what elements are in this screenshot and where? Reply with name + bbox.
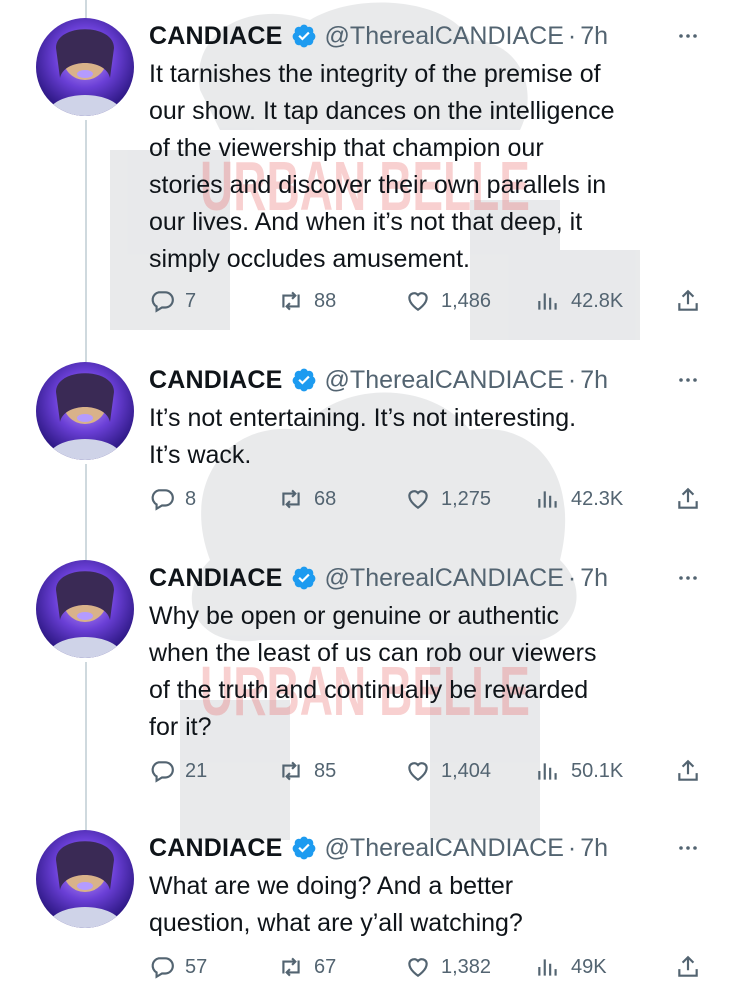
action-bar: 21 85 1,404 50.1K	[0, 758, 739, 790]
reply-count: 7	[185, 289, 197, 312]
like-button[interactable]: 1,275	[405, 486, 491, 512]
avatar[interactable]	[36, 18, 134, 116]
retweet-icon	[282, 291, 300, 311]
heart-icon	[408, 958, 428, 977]
like-button[interactable]: 1,486	[405, 288, 491, 314]
thread-line	[85, 120, 87, 362]
reply-count: 57	[185, 955, 208, 978]
reply-icon	[151, 291, 174, 313]
tweet-text: Why be open or genuine or authentic when…	[149, 602, 597, 741]
views-button[interactable]: 42.8K	[535, 288, 623, 314]
like-count: 1,486	[441, 289, 492, 312]
retweet-button[interactable]: 85	[278, 758, 336, 784]
reply-icon	[151, 761, 174, 783]
like-count: 1,275	[441, 487, 492, 510]
view-count: 42.8K	[571, 289, 624, 312]
avatar[interactable]	[36, 830, 134, 928]
retweet-icon	[282, 761, 300, 781]
retweet-icon	[282, 489, 300, 509]
retweet-count: 88	[314, 289, 337, 312]
share-button[interactable]	[675, 288, 711, 314]
views-chart-icon	[538, 959, 557, 976]
share-icon	[678, 289, 698, 311]
retweet-count: 67	[314, 955, 337, 978]
tweet-text: What are we doing? And a better question…	[149, 872, 523, 937]
separator-dot: ·	[567, 833, 577, 862]
author-handle[interactable]: @TherealCANDIACE	[325, 366, 564, 395]
timestamp[interactable]: 7h	[580, 22, 608, 51]
share-icon	[678, 487, 698, 509]
author-handle[interactable]: @TherealCANDIACE	[325, 22, 564, 51]
avatar[interactable]	[36, 560, 134, 658]
views-chart-icon	[538, 763, 557, 780]
author-name[interactable]: CANDIACE	[149, 834, 283, 863]
author-name[interactable]: CANDIACE	[149, 22, 283, 51]
reply-button[interactable]: 7	[149, 288, 196, 314]
tweet-header: CANDIACE @TherealCANDIACE · 7h	[149, 560, 608, 596]
author-handle[interactable]: @TherealCANDIACE	[325, 834, 564, 863]
author-name[interactable]: CANDIACE	[149, 366, 283, 395]
views-chart-icon	[538, 491, 557, 508]
separator-dot: ·	[567, 365, 577, 394]
timestamp[interactable]: 7h	[580, 834, 608, 863]
share-button[interactable]	[675, 954, 711, 980]
share-button[interactable]	[675, 486, 711, 512]
author-handle[interactable]: @TherealCANDIACE	[325, 564, 564, 593]
like-count: 1,404	[441, 759, 492, 782]
retweet-button[interactable]: 68	[278, 486, 336, 512]
heart-icon	[408, 490, 428, 509]
more-options-icon[interactable]	[676, 24, 700, 48]
author-name[interactable]: CANDIACE	[149, 564, 283, 593]
view-count: 42.3K	[571, 487, 624, 510]
verified-badge-icon	[292, 836, 315, 860]
timestamp[interactable]: 7h	[580, 564, 608, 593]
retweet-icon	[282, 957, 300, 977]
reply-button[interactable]: 21	[149, 758, 207, 784]
thread-line	[85, 662, 87, 832]
more-options-icon[interactable]	[676, 368, 700, 392]
share-icon	[678, 955, 698, 977]
share-icon	[678, 759, 698, 781]
retweet-count: 68	[314, 487, 337, 510]
tweet-header: CANDIACE @TherealCANDIACE · 7h	[149, 18, 608, 54]
retweet-count: 85	[314, 759, 337, 782]
reply-count: 21	[185, 759, 208, 782]
views-button[interactable]: 42.3K	[535, 486, 623, 512]
reply-button[interactable]: 8	[149, 486, 196, 512]
retweet-button[interactable]: 67	[278, 954, 336, 980]
view-count: 49K	[571, 955, 607, 978]
views-chart-icon	[538, 293, 557, 310]
like-button[interactable]: 1,382	[405, 954, 491, 980]
more-options-icon[interactable]	[676, 836, 700, 860]
more-options-icon[interactable]	[676, 566, 700, 590]
reply-icon	[151, 957, 174, 979]
verified-badge-icon	[292, 368, 315, 392]
verified-badge-icon	[292, 566, 315, 590]
like-count: 1,382	[441, 955, 492, 978]
view-count: 50.1K	[571, 759, 624, 782]
heart-icon	[408, 762, 428, 781]
heart-icon	[408, 292, 428, 311]
tweet-header: CANDIACE @TherealCANDIACE · 7h	[149, 362, 608, 398]
views-button[interactable]: 49K	[535, 954, 607, 980]
separator-dot: ·	[567, 21, 577, 50]
views-button[interactable]: 50.1K	[535, 758, 623, 784]
timestamp[interactable]: 7h	[580, 366, 608, 395]
reply-count: 8	[185, 487, 197, 510]
tweet-text: It tarnishes the integrity of the premis…	[149, 60, 615, 273]
retweet-button[interactable]: 88	[278, 288, 336, 314]
like-button[interactable]: 1,404	[405, 758, 491, 784]
tweet-header: CANDIACE @TherealCANDIACE · 7h	[149, 830, 608, 866]
separator-dot: ·	[567, 563, 577, 592]
share-button[interactable]	[675, 758, 711, 784]
reply-icon	[151, 489, 174, 511]
tweet-text: It’s not entertaining. It’s not interest…	[149, 404, 577, 469]
action-bar: 8 68 1,275 42.3K	[0, 486, 739, 518]
action-bar: 57 67 1,382 49K	[0, 954, 739, 986]
action-bar: 7 88 1,486 42.8K	[0, 288, 739, 320]
avatar[interactable]	[36, 362, 134, 460]
verified-badge-icon	[292, 24, 315, 48]
reply-button[interactable]: 57	[149, 954, 207, 980]
